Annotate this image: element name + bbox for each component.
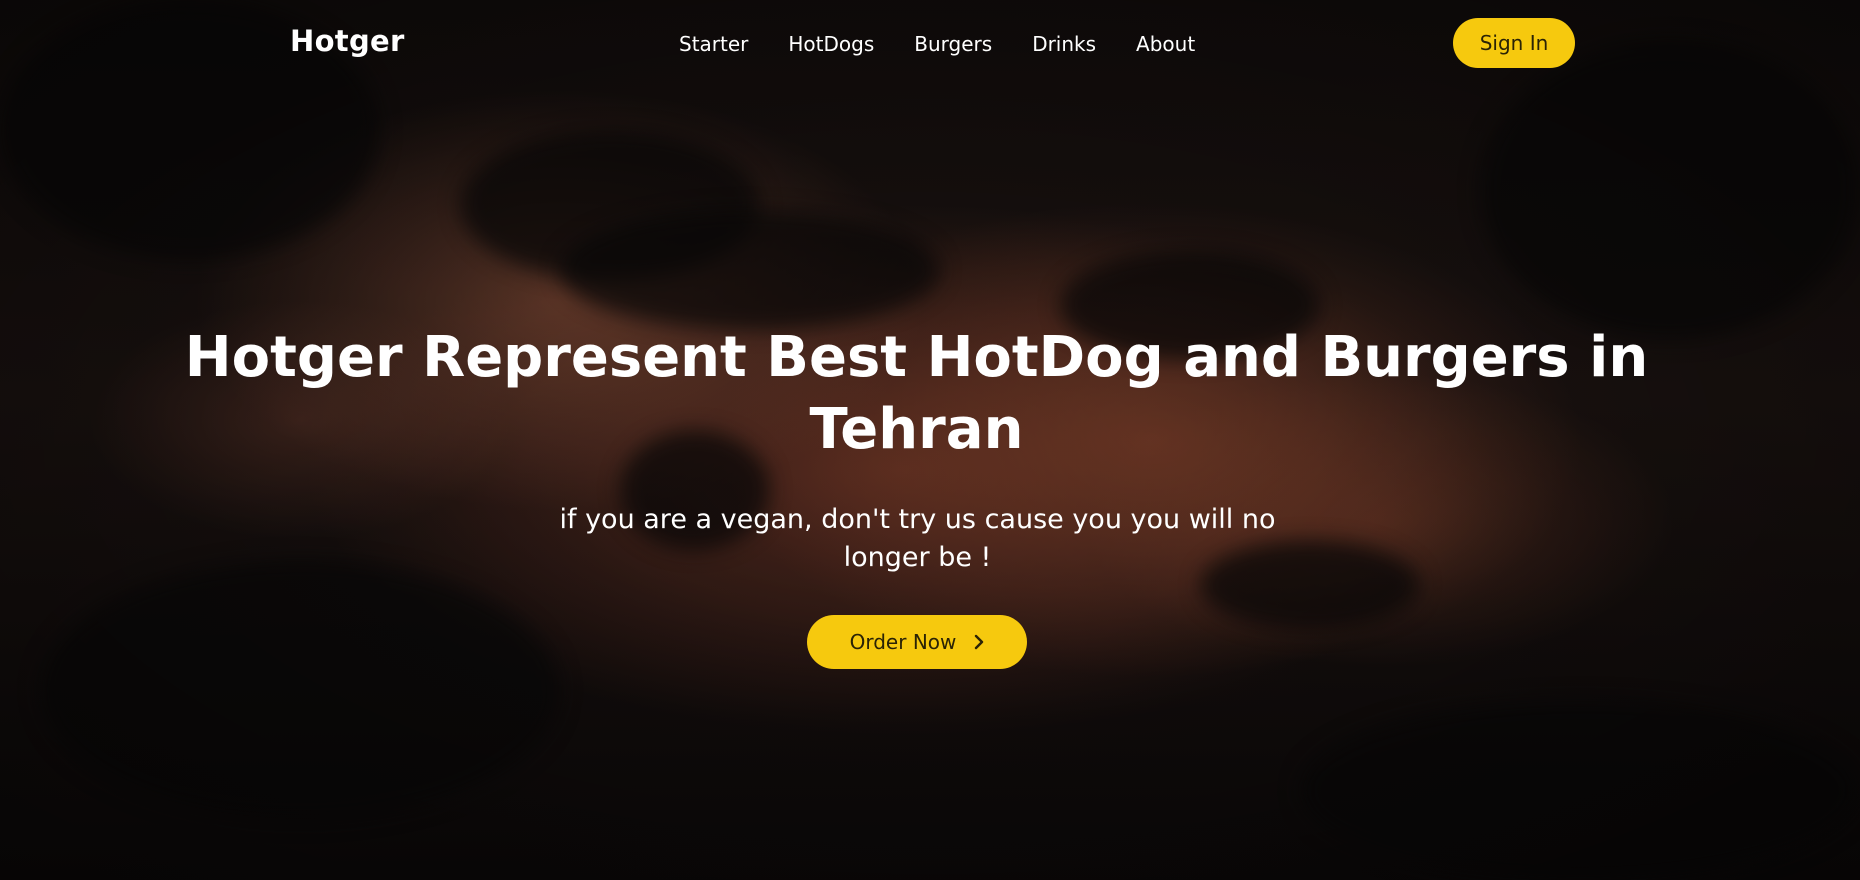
brand-logo[interactable]: Hotger xyxy=(290,24,405,58)
nav-item-burgers[interactable]: Burgers xyxy=(914,32,992,56)
hero-title: Hotger Represent Best HotDog and Burgers… xyxy=(184,325,1649,462)
nav-item-about[interactable]: About xyxy=(1136,32,1195,56)
order-now-button[interactable]: Order Now xyxy=(807,615,1027,669)
sign-in-button[interactable]: Sign In xyxy=(1453,18,1575,68)
nav-item-drinks[interactable]: Drinks xyxy=(1032,32,1096,56)
order-now-label: Order Now xyxy=(849,630,957,654)
nav-item-hotdogs[interactable]: HotDogs xyxy=(788,32,874,56)
chevron-right-icon xyxy=(974,634,984,650)
hero-section: Hotger Starter HotDogs Burgers Drinks Ab… xyxy=(0,0,1860,880)
hero-subtitle: if you are a vegan, don't try us cause y… xyxy=(559,504,1276,573)
top-navbar: Hotger Starter HotDogs Burgers Drinks Ab… xyxy=(0,0,1860,90)
main-menu: Starter HotDogs Burgers Drinks About xyxy=(679,32,1235,56)
nav-item-starter[interactable]: Starter xyxy=(679,32,748,56)
